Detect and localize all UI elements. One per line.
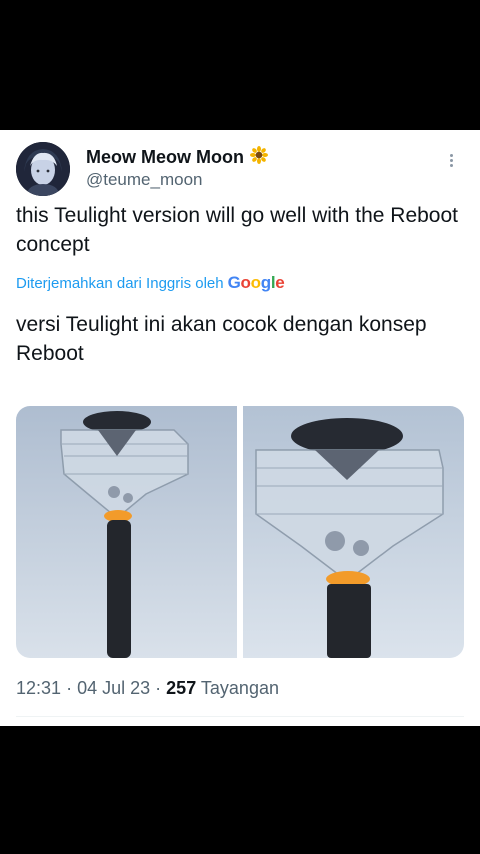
lightstick-image-right[interactable] [243,406,464,658]
translation-notice[interactable]: Diterjemahkan dari Inggris oleh Google [16,273,285,293]
google-logo: Google [227,273,285,292]
sunflower-icon [249,146,268,169]
display-name[interactable]: Meow Meow Moon [86,147,244,168]
tweet-date[interactable]: 04 Jul 23 [77,678,150,698]
divider [16,716,464,717]
tweet-text: this Teulight version will go well with … [16,204,459,256]
lightstick-image-left[interactable] [16,406,237,658]
separator: · [155,678,162,698]
translated-text: versi Teulight ini akan cocok dengan kon… [16,313,427,365]
avatar[interactable] [16,142,70,196]
views-label: Tayangan [200,678,279,698]
separator: · [66,678,73,698]
tweet-card: Meow Meow Moon @teume_moon this Teulight [0,130,480,726]
handle[interactable]: @teume_moon [86,170,203,190]
tweet-meta: 12:31 · 04 Jul 23 · 257 Tayangan [16,678,279,699]
tweet-time[interactable]: 12:31 [16,678,61,698]
more-vertical-icon[interactable] [448,152,454,169]
views-count[interactable]: 257 [166,678,196,698]
translation-label: Diterjemahkan dari Inggris oleh [16,274,224,292]
